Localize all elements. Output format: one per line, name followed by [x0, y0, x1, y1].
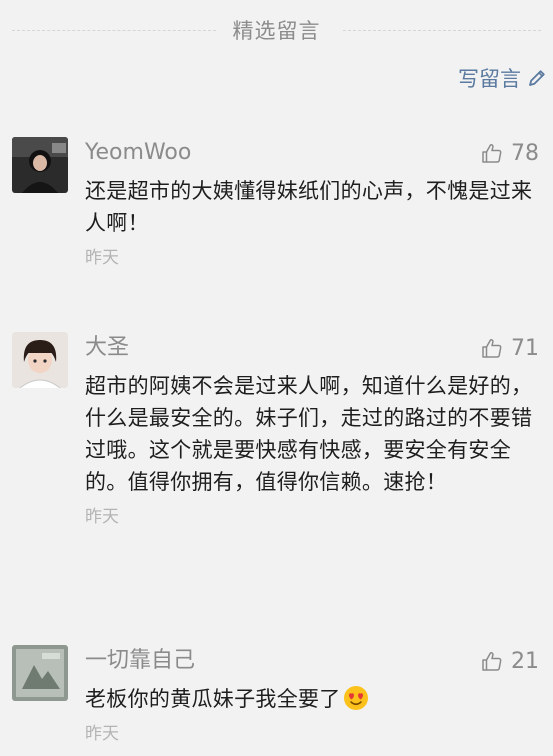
- thumbs-up-icon: [482, 144, 502, 163]
- comment-time: 昨天: [85, 507, 119, 527]
- thumbs-up-icon: [482, 652, 502, 671]
- username[interactable]: 一切靠自己: [85, 648, 195, 673]
- divider-right: [343, 30, 541, 31]
- heart-eyes-emoji-icon: [343, 686, 368, 710]
- comment-text-content: 老板你的黄瓜妹子我全要了: [85, 687, 341, 711]
- like-button[interactable]: 71: [481, 332, 539, 364]
- write-comment-label: 写留言: [458, 67, 521, 91]
- username[interactable]: 大圣: [85, 335, 129, 360]
- section-title: 精选留言: [222, 15, 331, 45]
- comment-text: 老板你的黄瓜妹子我全要了: [85, 683, 541, 715]
- section-header: 精选留言: [0, 12, 553, 48]
- avatar[interactable]: [12, 137, 68, 193]
- comment-time: 昨天: [85, 248, 119, 268]
- like-button[interactable]: 78: [481, 137, 539, 169]
- pencil-icon: [529, 70, 545, 86]
- like-count: 78: [511, 140, 539, 166]
- comment-time: 昨天: [85, 724, 119, 744]
- comments-page: 精选留言 写留言 YeomWoo 78 还是超市的大姨懂得妹纸们的心声，不愧是过…: [0, 0, 553, 756]
- avatar[interactable]: [12, 645, 68, 701]
- thumbs-up-icon: [482, 339, 502, 358]
- like-button[interactable]: 21: [481, 645, 539, 677]
- username[interactable]: YeomWoo: [85, 140, 191, 165]
- avatar[interactable]: [12, 332, 68, 388]
- like-count: 21: [511, 648, 539, 674]
- like-count: 71: [511, 335, 539, 361]
- comment-text: 超市的阿姨不会是过来人啊，知道什么是好的，什么是最安全的。妹子们，走过的路过的不…: [85, 374, 533, 494]
- comment-text: 还是超市的大姨懂得妹纸们的心声，不愧是过来人啊！: [85, 179, 533, 235]
- divider-left: [12, 30, 216, 31]
- write-comment-button[interactable]: 写留言: [458, 60, 547, 96]
